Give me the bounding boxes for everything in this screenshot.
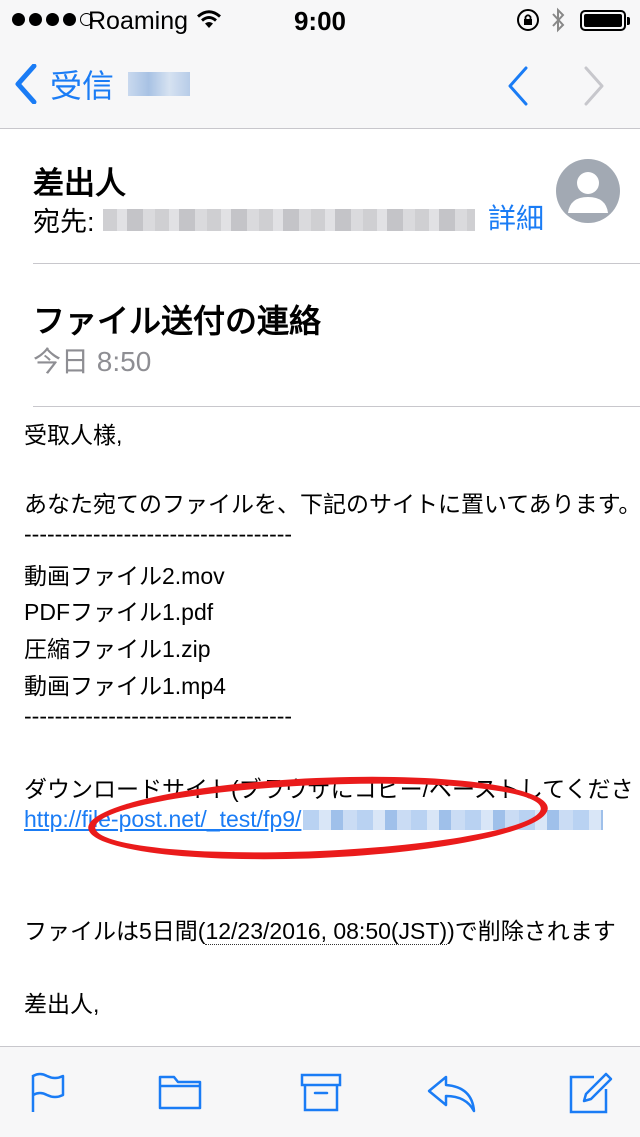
deletion-date[interactable]: 12/23/2016, 08:50(JST) [205,918,448,945]
header-divider [33,263,640,264]
received-date: 今日 8:50 [33,346,152,377]
download-link[interactable]: http://file-post.net/_test/fp9/ [24,806,301,833]
battery-icon [580,10,630,31]
intro-text: あなた宛てのファイルを、下記のサイトに置いてあります。 [24,491,640,517]
status-bar: Roaming 9:00 [0,0,640,40]
file-item: 圧縮ファイル1.zip [24,636,211,662]
rotation-lock-icon [516,8,540,37]
chevron-down-icon [584,66,604,106]
download-link-row: http://file-post.net/_test/fp9/ [24,806,604,833]
deletion-notice: ファイルは5日間(12/23/2016, 08:50(JST))で削除されます [24,918,616,945]
status-time: 9:00 [293,6,347,36]
subject-divider [33,406,640,407]
back-label: 受信 [50,68,115,104]
avatar[interactable] [556,159,620,223]
reply-button[interactable] [426,1071,478,1120]
navigation-bar: 受信 [0,40,640,129]
archive-icon [300,1073,342,1112]
recipient-row: 宛先: [33,200,475,239]
sender-name[interactable]: 差出人 [33,158,126,203]
back-button[interactable]: 受信 [14,62,191,106]
file-item: 動画ファイル1.mp4 [24,673,226,699]
details-button[interactable]: 詳細 [488,197,544,237]
recipient-address-redacted [102,208,475,231]
reply-icon [427,1075,476,1113]
previous-message-button[interactable] [506,66,530,111]
compose-button[interactable] [568,1071,614,1120]
chevron-left-icon [15,64,37,104]
bluetooth-icon [550,7,566,38]
next-message-button[interactable] [582,66,606,111]
to-label: 宛先: [33,207,95,237]
signature: 差出人, [24,991,100,1017]
file-item: 動画ファイル2.mov [24,563,225,589]
bottom-toolbar [0,1046,640,1137]
file-item: PDFファイル1.pdf [24,599,214,625]
compose-icon [569,1072,613,1114]
download-link-redacted [303,809,604,830]
chevron-up-icon [508,66,528,106]
archive-button[interactable] [300,1071,342,1118]
greeting: 受取人様, [24,422,123,448]
download-instruction: ダウンロードサイト(ブラウザにコピー/ペーストしてくださ [24,776,634,802]
flag-icon [31,1072,65,1112]
flag-button[interactable] [30,1071,68,1118]
subject: ファイル送付の連絡 [33,303,322,339]
mailbox-name-redacted [128,72,191,96]
move-to-folder-button[interactable] [158,1071,202,1116]
divider-line: ----------------------------------- [24,521,293,547]
folder-icon [158,1075,202,1110]
person-icon [568,172,608,213]
divider-line: ----------------------------------- [24,703,293,729]
